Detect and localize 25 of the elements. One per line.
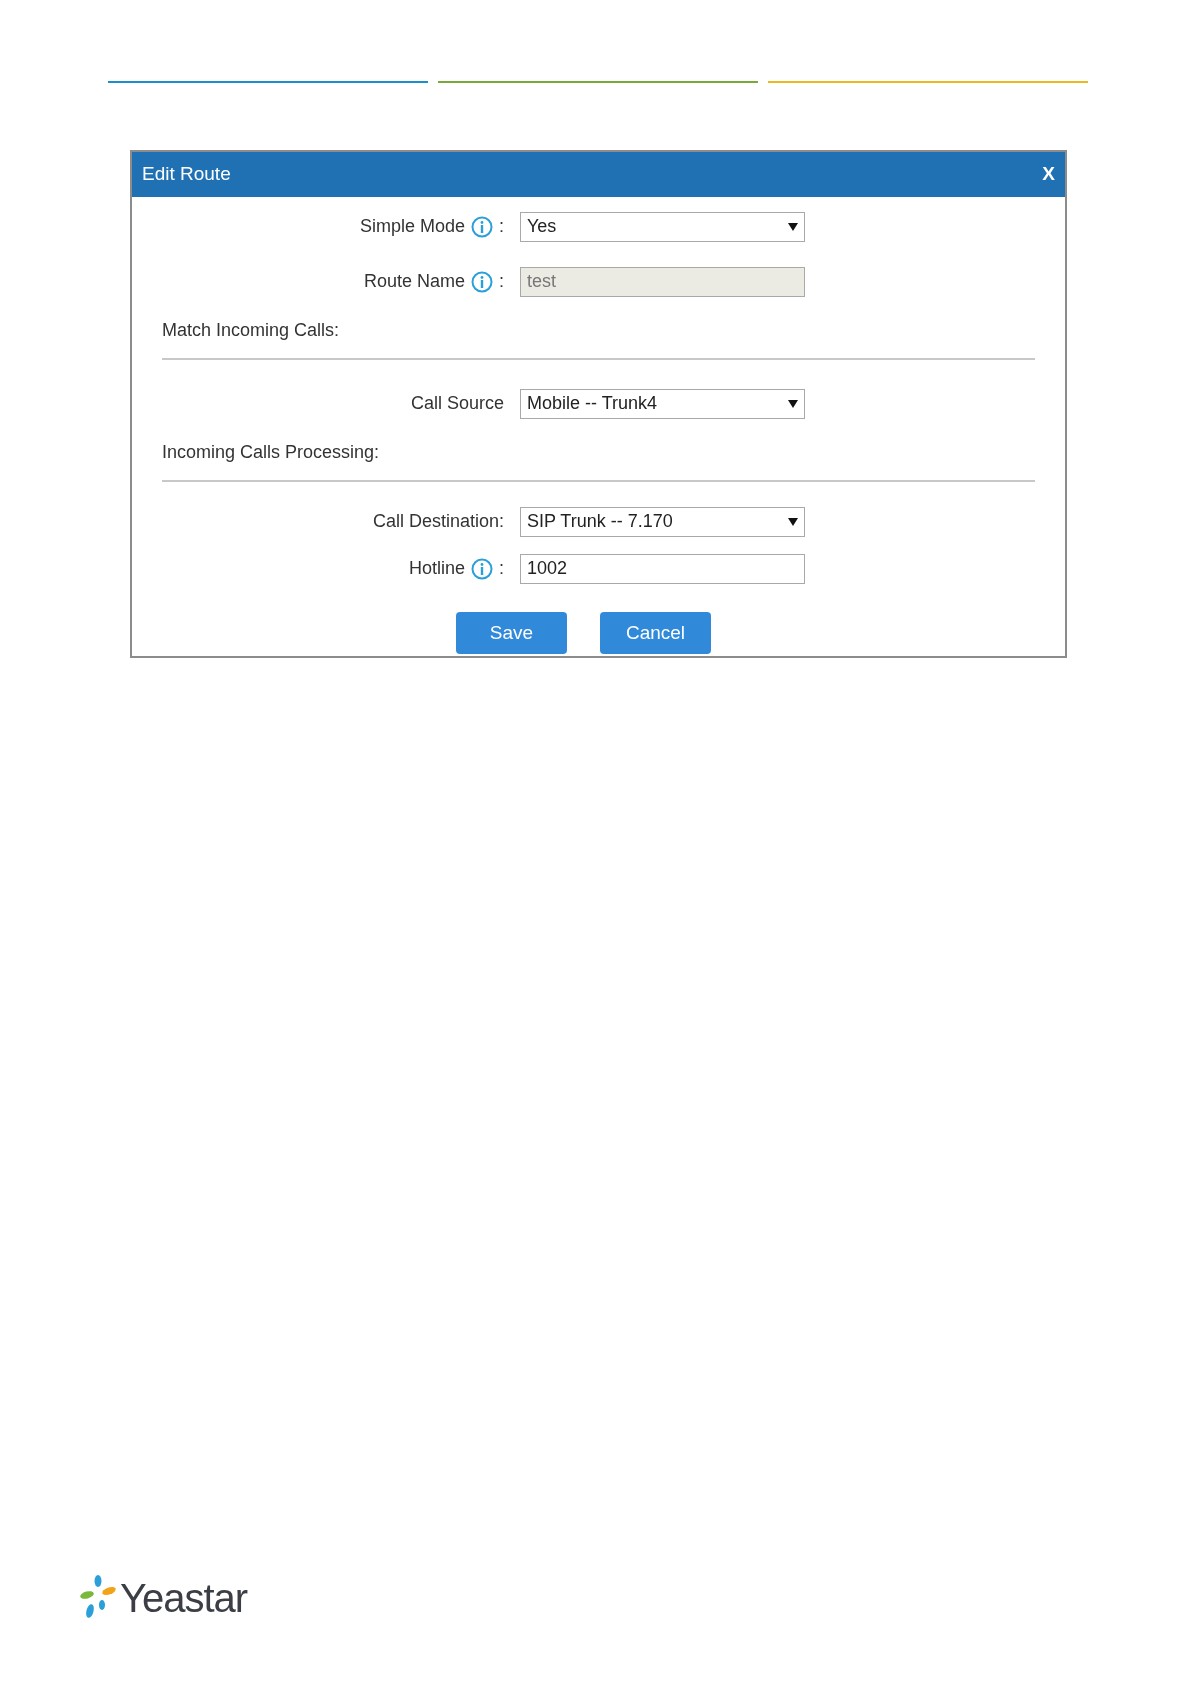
select-field[interactable]: Mobile -- Trunk4 <box>520 388 805 419</box>
field-label: Call Destination: <box>372 510 504 533</box>
input-field[interactable]: 1002 <box>520 553 805 584</box>
close-button[interactable]: X <box>1042 160 1055 189</box>
save-button[interactable]: Save <box>456 612 567 654</box>
field-label: Simple Mode <box>359 215 465 238</box>
cancel-button[interactable]: Cancel <box>600 612 711 654</box>
select-field[interactable]: Yes <box>520 211 805 242</box>
field-label: Call Source <box>410 392 504 415</box>
section-heading: Incoming Calls Processing: <box>162 441 381 464</box>
dialog-title: Edit Route <box>142 162 231 187</box>
caret-icon <box>788 517 798 526</box>
colon-text: : <box>499 557 504 580</box>
caret-icon <box>788 399 798 408</box>
field-label: Hotline <box>408 557 465 580</box>
input-field: test <box>520 266 805 297</box>
section-heading: Match Incoming Calls: <box>162 319 341 342</box>
logo-text: Yeastar <box>120 1575 248 1622</box>
select-field[interactable]: SIP Trunk -- 7.170 <box>520 506 805 537</box>
info-icon[interactable] <box>471 215 493 238</box>
info-icon[interactable] <box>471 557 493 580</box>
field-label: Route Name <box>363 270 465 293</box>
colon-text: : <box>499 215 504 238</box>
caret-icon <box>788 222 798 231</box>
colon-text: : <box>499 270 504 293</box>
